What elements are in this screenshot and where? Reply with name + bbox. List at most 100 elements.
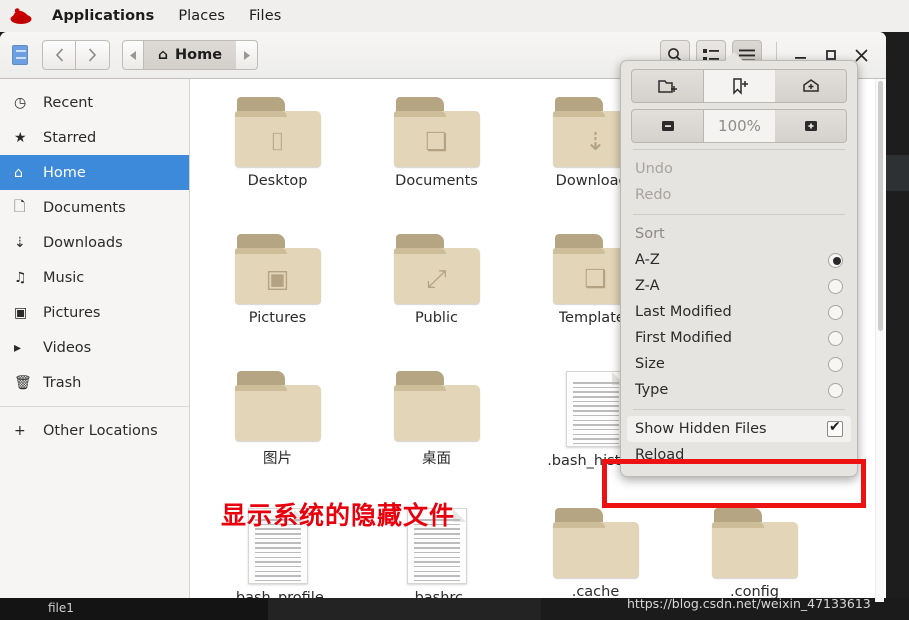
menu-item-label: Show Hidden Files xyxy=(635,421,767,437)
menu-item-show-hidden-files[interactable]: Show Hidden Files xyxy=(627,416,851,442)
radio-icon[interactable] xyxy=(828,330,843,346)
sidebar-item-music[interactable]: ♫ Music xyxy=(0,260,189,295)
radio-icon[interactable] xyxy=(828,304,843,320)
chinese-annotation-text: 显示系统的隐藏文件 xyxy=(221,501,456,530)
zoom-in-button[interactable] xyxy=(775,109,847,143)
redhat-logo-icon xyxy=(8,6,34,26)
sidebar-item-other-locations[interactable]: + Other Locations xyxy=(0,413,189,448)
topbar-item-applications[interactable]: Applications xyxy=(40,0,166,32)
file-item-pictures-cn[interactable]: 图片 xyxy=(198,361,357,498)
sidebar-item-label: Recent xyxy=(43,94,94,111)
menu-sort-az[interactable]: A-Z xyxy=(621,247,857,273)
sidebar-item-label: Music xyxy=(43,269,85,286)
menu-divider xyxy=(633,214,845,215)
menu-sort-last-modified[interactable]: Last Modified xyxy=(621,299,857,325)
folder-icon xyxy=(234,371,321,441)
path-scroll-right-button[interactable] xyxy=(236,40,259,70)
pictures-emblem-icon: ▣ xyxy=(265,263,290,293)
sidebar-item-label: Other Locations xyxy=(43,422,158,439)
red-highlight-box xyxy=(602,459,866,508)
sidebar-divider xyxy=(0,406,189,407)
screen-root: Applications Places Files s@ ⌂ xyxy=(0,0,909,620)
menu-divider xyxy=(633,149,845,150)
new-window-icon[interactable] xyxy=(775,69,847,103)
home-icon: ⌂ xyxy=(14,164,23,181)
file-item-public[interactable]: ⤢ Public xyxy=(357,224,516,361)
sidebar-item-home[interactable]: ⌂ Home xyxy=(0,155,189,190)
file-item-config[interactable]: .config xyxy=(675,498,834,602)
sidebar-item-label: Starred xyxy=(43,129,97,146)
main-menu-popup: 100% Undo Redo Sort A-Z Z-A Last Modifie… xyxy=(620,52,858,477)
document-icon: 🗋 xyxy=(14,198,26,215)
breadcrumb: ⌂ Home xyxy=(122,40,259,70)
sidebar: ◷ Recent ★ Starred ⌂ Home 🗋 Documents ⇣ xyxy=(0,79,190,602)
radio-icon[interactable] xyxy=(828,252,843,268)
topbar-item-files[interactable]: Files xyxy=(237,0,293,32)
file-item-desktop-cn[interactable]: 桌面 xyxy=(357,361,516,498)
sidebar-item-trash[interactable]: 🗑 Trash xyxy=(0,365,189,400)
menu-item-label: Type xyxy=(635,382,669,398)
menu-sort-size[interactable]: Size xyxy=(621,351,857,377)
public-emblem-icon: ⤢ xyxy=(426,263,447,293)
sidebar-item-recent[interactable]: ◷ Recent xyxy=(0,85,189,120)
forward-button[interactable] xyxy=(76,40,110,70)
file-item-documents[interactable]: ❏ Documents xyxy=(357,87,516,224)
folder-icon: ▣ xyxy=(234,234,321,304)
clock-icon: ◷ xyxy=(14,94,27,111)
menu-item-redo[interactable]: Redo xyxy=(621,182,857,208)
zoom-level-display: 100% xyxy=(704,109,775,143)
path-scroll-left-button[interactable] xyxy=(122,40,144,70)
checkbox-icon[interactable] xyxy=(827,419,843,437)
radio-icon[interactable] xyxy=(828,278,843,294)
sidebar-item-videos[interactable]: ▸ Videos xyxy=(0,330,189,365)
menu-zoom-row: 100% xyxy=(621,109,857,143)
sidebar-item-starred[interactable]: ★ Starred xyxy=(0,120,189,155)
music-icon: ♫ xyxy=(14,269,27,286)
menu-sort-first-modified[interactable]: First Modified xyxy=(621,325,857,351)
file-cabinet-icon xyxy=(12,45,28,65)
radio-icon[interactable] xyxy=(828,356,843,372)
new-folder-icon[interactable] xyxy=(631,69,704,103)
taskbar-label: file1 xyxy=(48,601,74,615)
file-item-label: Pictures xyxy=(248,310,307,326)
file-item-desktop[interactable]: ⌷ Desktop xyxy=(198,87,357,224)
file-area-scrollbar[interactable] xyxy=(875,79,884,602)
file-item-pictures[interactable]: ▣ Pictures xyxy=(198,224,357,361)
folder-icon: ⌷ xyxy=(234,97,321,167)
sidebar-item-downloads[interactable]: ⇣ Downloads xyxy=(0,225,189,260)
menu-sort-za[interactable]: Z-A xyxy=(621,273,857,299)
gnome-top-bar: Applications Places Files xyxy=(0,0,909,32)
folder-icon: ⤢ xyxy=(393,234,480,304)
sidebar-item-label: Documents xyxy=(43,199,126,216)
radio-icon[interactable] xyxy=(828,382,843,398)
sidebar-item-pictures[interactable]: ▣ Pictures xyxy=(0,295,189,330)
zoom-out-button[interactable] xyxy=(631,109,704,143)
home-icon: ⌂ xyxy=(158,47,169,63)
desktop-emblem-icon: ⌷ xyxy=(269,126,285,156)
menu-action-row xyxy=(621,69,857,103)
topbar-item-places[interactable]: Places xyxy=(166,0,237,32)
menu-item-undo[interactable]: Undo xyxy=(621,156,857,182)
menu-sort-type[interactable]: Type xyxy=(621,377,857,403)
menu-item-label: Size xyxy=(635,356,665,372)
path-button-home-label: Home xyxy=(175,47,223,63)
folder-icon: ❏ xyxy=(393,97,480,167)
sidebar-item-label: Trash xyxy=(43,374,82,391)
back-button[interactable] xyxy=(42,40,76,70)
menu-item-label: First Modified xyxy=(635,330,732,346)
camera-icon: ▣ xyxy=(14,304,28,321)
navigation-buttons xyxy=(42,40,110,70)
add-bookmark-icon[interactable] xyxy=(704,69,775,103)
path-button-home[interactable]: ⌂ Home xyxy=(144,40,237,70)
menu-divider xyxy=(633,409,845,410)
folder-icon xyxy=(552,508,639,578)
trash-icon: 🗑 xyxy=(14,374,32,391)
download-icon: ⇣ xyxy=(14,234,26,251)
file-item-label: Desktop xyxy=(247,173,308,189)
file-item-cache[interactable]: .cache xyxy=(516,498,675,602)
sidebar-item-label: Downloads xyxy=(43,234,123,251)
sidebar-item-documents[interactable]: 🗋 Documents xyxy=(0,190,189,225)
taskbar-left-panel xyxy=(0,598,268,620)
file-item-label: Documents xyxy=(395,173,478,189)
video-icon: ▸ xyxy=(14,339,22,356)
